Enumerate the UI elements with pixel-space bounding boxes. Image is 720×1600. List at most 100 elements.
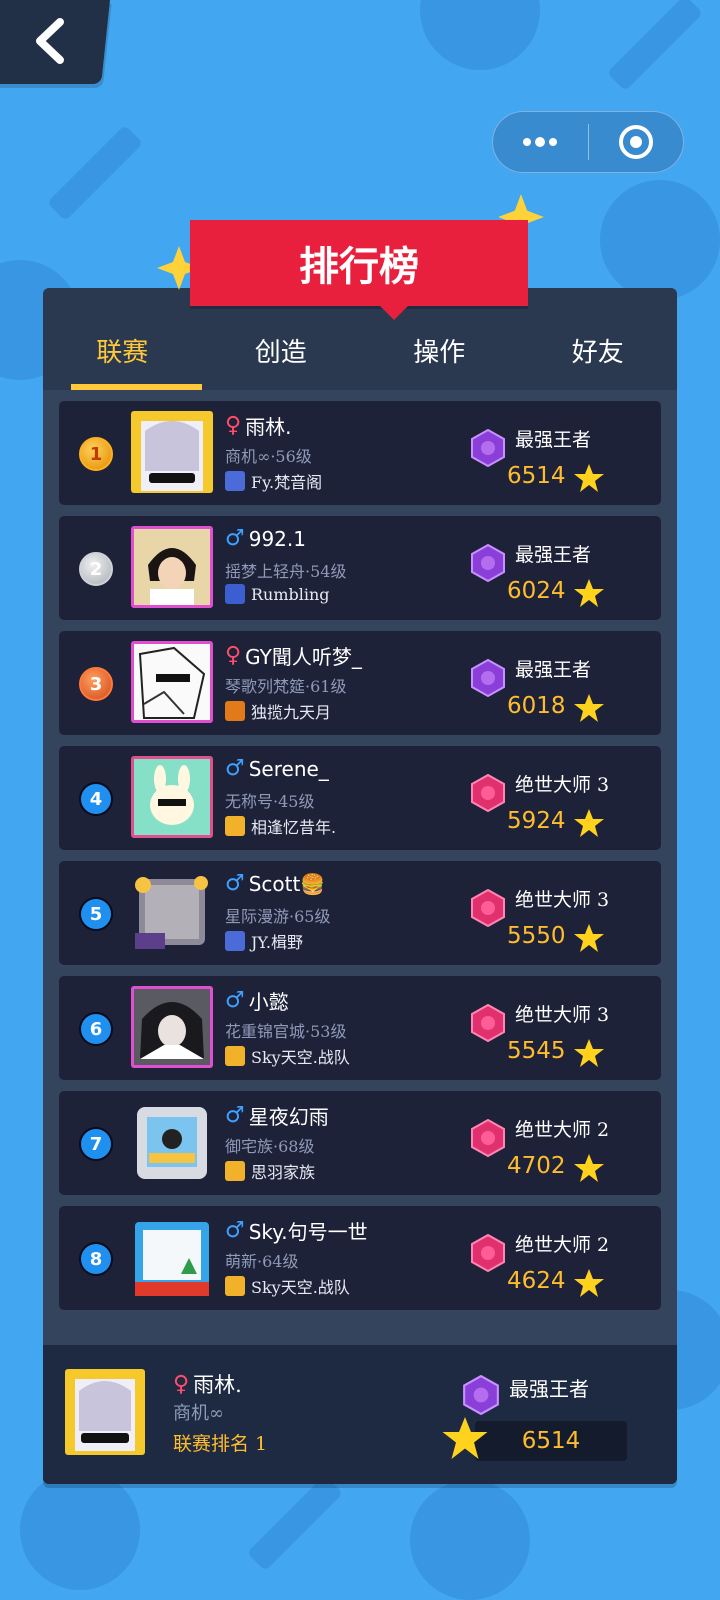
chevron-left-icon[interactable] [30,18,70,64]
score-value: 4624 [507,1268,566,1294]
tier-gem-pink-icon [471,1004,505,1042]
my-score-value: 6514 [475,1421,627,1461]
gender-male-icon: ♂ [225,988,245,1013]
player-title-level: 御宅族·68级 [225,1137,315,1156]
score-value: 5550 [507,923,566,949]
star-icon [574,1039,604,1067]
avatar[interactable] [131,986,213,1068]
team-shield-icon [225,816,245,836]
player-title-level: 萌新·64级 [225,1252,299,1271]
team-trophy-icon [225,1046,245,1066]
player-name: Serene_ [248,756,329,781]
tier-gem-pink-icon [471,1119,505,1157]
close-mini-program-button[interactable] [589,112,684,172]
ranking-row[interactable]: 6 ♂ 小懿 花重锦官城·53级 Sky天空.战队 绝世大师 3 5545 [59,976,661,1080]
mini-program-capsule [492,111,684,173]
tier-label: 最强王者 [515,659,592,681]
avatar[interactable] [131,1101,213,1183]
gender-male-icon: ♂ [225,1218,245,1243]
player-name: Scott🍔 [248,871,326,896]
my-rank-footer: ♀ 雨林. 商机∞ 联赛排名 1 最强王者 6514 [43,1345,677,1484]
team-shield-icon [225,584,245,604]
rank-badge: 3 [79,667,113,701]
player-title-level: 花重锦官城·53级 [225,1022,347,1041]
my-player-title: 商机∞ [173,1403,224,1424]
ranking-row[interactable]: 8 ♂ Sky.句号一世 萌新·64级 Sky天空.战队 绝世大师 2 4624 [59,1206,661,1310]
tier-label: 最强王者 [515,544,592,566]
rank-badge: 7 [79,1127,113,1161]
gender-male-icon: ♂ [225,526,245,551]
score-value: 5545 [507,1038,566,1064]
page-title: 排行榜 [190,220,528,306]
team-trophy-icon [225,1276,245,1296]
ranking-row[interactable]: 1 ♀ 雨林. 商机∞·56级 Fy.梵音阁 最强王者 6514 [59,401,661,505]
more-dots-icon [523,137,558,147]
gender-male-icon: ♂ [225,1103,245,1128]
avatar[interactable] [131,871,213,953]
tier-gem-pink-icon [471,889,505,927]
gender-male-icon: ♂ [225,756,245,781]
tab-league[interactable]: 联赛 [43,310,202,390]
player-name: GY聞人听梦_ [245,645,362,669]
ranking-row[interactable]: 2 ♂ 992.1 摇梦上轻舟·54级 Rumbling 最强王者 6024 [59,516,661,620]
tier-gem-pink-icon [471,774,505,812]
score-value: 6018 [507,693,566,719]
score-value: 5924 [507,808,566,834]
avatar[interactable] [131,1216,213,1298]
my-tier-label: 最强王者 [509,1377,589,1401]
score-value: 6514 [507,463,566,489]
star-icon [574,579,604,607]
player-name: 星夜幻雨 [248,1105,329,1129]
player-name: 雨林. [245,415,292,439]
tier-gem-pink-icon [471,1234,505,1272]
star-icon [574,1154,604,1182]
rank-badge: 8 [79,1242,113,1276]
star-icon [442,1417,488,1459]
tier-label: 绝世大师 2 [515,1234,610,1256]
ranking-row[interactable]: 4 ♂ Serene_ 无称号·45级 相逢忆昔年. 绝世大师 3 5924 [59,746,661,850]
player-name: Sky.句号一世 [248,1220,368,1244]
team-name: Fy.梵音阁 [251,473,323,492]
ranking-row[interactable]: 3 ♀ GY聞人听梦_ 琴歌列梵筵·61级 独揽九天月 最强王者 6018 [59,631,661,735]
avatar[interactable] [131,526,213,608]
score-value: 4702 [507,1153,566,1179]
team-name: 相逢忆昔年. [251,818,337,837]
more-button[interactable] [493,112,588,172]
my-player-name: 雨林. [193,1373,242,1397]
avatar[interactable] [131,411,213,493]
team-name: Rumbling [251,584,330,604]
team-name: Sky天空.战队 [251,1278,350,1297]
rank-badge: 2 [79,552,113,586]
team-name: JY.楫野 [251,933,304,952]
score-value: 6024 [507,578,566,604]
star-icon [574,924,604,952]
tab-friends[interactable]: 好友 [519,310,678,390]
tier-gem-purple-icon [463,1375,499,1415]
tab-creation[interactable]: 创造 [202,310,361,390]
player-name: 992.1 [248,526,306,551]
team-name: 思羽家族 [251,1163,316,1182]
team-shield-icon [225,471,245,491]
tab-bar: 联赛 创造 操作 好友 [43,310,677,390]
my-avatar[interactable] [65,1369,145,1455]
ranking-row[interactable]: 5 ♂ Scott🍔 星际漫游·65级 JY.楫野 绝世大师 3 5550 [59,861,661,965]
player-name: 小懿 [248,990,289,1014]
avatar[interactable] [131,756,213,838]
gender-female-icon: ♀ [173,1371,190,1397]
team-shield-icon [225,1161,245,1181]
tier-label: 绝世大师 3 [515,889,610,911]
team-name: Sky天空.战队 [251,1048,350,1067]
player-title-level: 摇梦上轻舟·54级 [225,562,347,581]
tier-label: 最强王者 [515,429,592,451]
team-shield-icon [225,701,245,721]
ranking-row[interactable]: 7 ♂ 星夜幻雨 御宅族·68级 思羽家族 绝世大师 2 4702 [59,1091,661,1195]
rank-badge: 4 [79,782,113,816]
tab-operation[interactable]: 操作 [360,310,519,390]
rank-badge: 5 [79,897,113,931]
star-icon [574,694,604,722]
avatar[interactable] [131,641,213,723]
team-shield-icon [225,931,245,951]
player-title-level: 无称号·45级 [225,792,315,811]
tier-label: 绝世大师 3 [515,1004,610,1026]
player-title-level: 琴歌列梵筵·61级 [225,677,347,696]
